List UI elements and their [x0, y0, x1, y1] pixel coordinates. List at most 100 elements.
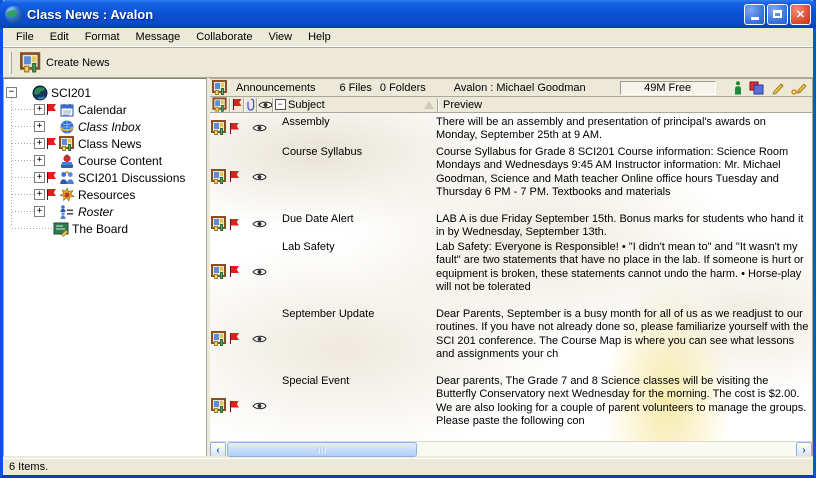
expand-icon[interactable]: + — [34, 121, 45, 132]
message-row[interactable]: September Update Dear Parents, September… — [210, 305, 812, 372]
scroll-left-button[interactable]: ‹ — [210, 442, 226, 458]
scrollbar-track[interactable] — [226, 442, 796, 457]
main-content: − SCI201 + Calendar + — [3, 78, 813, 458]
folder-tree-pane: − SCI201 + Calendar + — [3, 78, 207, 458]
expand-icon[interactable]: + — [34, 206, 45, 217]
eye-icon[interactable] — [252, 219, 267, 229]
message-preview: LAB A is due Friday September 15th. Bonu… — [436, 210, 812, 238]
message-preview: Dear Parents, September is a busy month … — [436, 305, 812, 372]
message-preview: Dear parents, The Grade 7 and 8 Science … — [436, 372, 812, 440]
scroll-right-button[interactable]: › — [796, 442, 812, 458]
layered-squares-icon[interactable] — [749, 81, 764, 95]
tree-item-sci201-discussions[interactable]: + SCI201 Discussions — [4, 169, 206, 186]
message-list: Assembly There will be an assembly and p… — [210, 113, 812, 441]
pane-header-icons — [734, 81, 808, 95]
create-news-button[interactable]: ⌄ Create News — [15, 52, 117, 74]
eye-icon — [258, 100, 273, 110]
message-subject: September Update — [282, 305, 436, 372]
eye-icon[interactable] — [252, 172, 267, 182]
column-icon-read[interactable] — [258, 97, 272, 112]
news-board-icon — [212, 97, 227, 112]
toolbar-grip[interactable] — [9, 52, 12, 74]
pane-header: Announcements 6 Files 0 Folders Avalon :… — [210, 79, 812, 97]
window-title: Class News : Avalon — [27, 7, 742, 22]
chalkboard-icon — [53, 221, 69, 237]
flag-icon — [232, 98, 243, 111]
toolbar: ⌄ Create News — [3, 47, 813, 78]
menu-help[interactable]: Help — [300, 29, 339, 45]
column-header-preview[interactable]: Preview — [439, 97, 812, 112]
collapse-expander-icon[interactable]: − — [6, 87, 17, 98]
close-button[interactable]: ✕ — [790, 4, 811, 25]
tree-children: + Calendar + Class Inbox — [4, 101, 206, 237]
message-pane: Announcements 6 Files 0 Folders Avalon :… — [210, 78, 813, 458]
flag-icon — [229, 170, 240, 183]
message-subject: Special Event — [282, 372, 436, 440]
tree-item-the-board[interactable]: The Board — [4, 220, 206, 237]
minimize-button[interactable] — [744, 4, 765, 25]
column-icon-news[interactable] — [210, 97, 229, 112]
message-row[interactable]: Lab Safety Lab Safety: Everyone is Respo… — [210, 238, 812, 305]
flag-icon — [229, 332, 240, 345]
chevron-left-icon: ‹ — [216, 445, 219, 456]
tree-item-sci201[interactable]: − SCI201 — [4, 84, 206, 101]
news-board-icon — [211, 216, 227, 232]
inbox-globe-icon — [59, 119, 75, 135]
eye-icon[interactable] — [252, 267, 267, 277]
expand-icon[interactable]: + — [34, 104, 45, 115]
tree-item-roster[interactable]: + Roster — [4, 203, 206, 220]
expand-icon[interactable]: + — [34, 189, 45, 200]
menu-format[interactable]: Format — [77, 29, 128, 45]
title-bar[interactable]: Class News : Avalon ✕ — [0, 0, 816, 28]
expand-icon[interactable]: + — [34, 155, 45, 166]
chevron-right-icon: › — [802, 445, 805, 456]
tree-item-label: SCI201 Discussions — [78, 171, 185, 185]
expand-icon[interactable]: + — [34, 172, 45, 183]
message-row[interactable]: Due Date Alert LAB A is due Friday Septe… — [210, 210, 812, 238]
message-row[interactable]: Course Syllabus Course Syllabus for Grad… — [210, 143, 812, 210]
column-icon-attachment[interactable] — [245, 97, 256, 112]
files-count: 6 Files — [340, 82, 372, 94]
scrollbar-thumb[interactable] — [227, 442, 417, 457]
news-board-icon — [211, 169, 227, 185]
tree-item-label: Class Inbox — [78, 120, 141, 134]
message-subject: Lab Safety — [282, 238, 436, 305]
message-row[interactable]: Special Event Dear parents, The Grade 7 … — [210, 372, 812, 440]
news-board-icon — [211, 398, 227, 414]
flag-icon — [46, 188, 57, 201]
minimize-icon — [751, 17, 759, 20]
pencil-key-icon[interactable] — [791, 81, 808, 95]
flag-icon — [229, 218, 240, 231]
tree-item-calendar[interactable]: + Calendar — [4, 101, 206, 118]
collapse-icon: − — [275, 99, 286, 110]
column-icon-collapse[interactable]: − — [274, 97, 286, 112]
eye-icon[interactable] — [252, 123, 267, 133]
menu-collaborate[interactable]: Collaborate — [188, 29, 260, 45]
eye-icon[interactable] — [252, 401, 267, 411]
tree-item-label: Resources — [78, 188, 135, 202]
tree-item-class-news[interactable]: + Class News — [4, 135, 206, 152]
column-icon-flag[interactable] — [231, 97, 243, 112]
message-row[interactable]: Assembly There will be an assembly and p… — [210, 113, 812, 143]
tree-item-label: Class News — [78, 137, 141, 151]
column-header-subject[interactable]: Subject — [286, 97, 437, 112]
horizontal-scrollbar[interactable]: ‹ › — [210, 441, 812, 457]
flag-icon — [229, 400, 240, 413]
menu-message[interactable]: Message — [128, 29, 189, 45]
menu-edit[interactable]: Edit — [42, 29, 77, 45]
preview-column-label: Preview — [443, 99, 482, 111]
tree-item-resources[interactable]: + Resources — [4, 186, 206, 203]
menu-file[interactable]: File — [8, 29, 42, 45]
tree-item-class-inbox[interactable]: + Class Inbox — [4, 118, 206, 135]
eye-icon[interactable] — [252, 334, 267, 344]
flag-icon — [46, 171, 57, 184]
expand-icon[interactable]: + — [34, 138, 45, 149]
news-board-icon — [212, 80, 228, 96]
flag-icon — [46, 137, 57, 150]
flag-icon — [46, 103, 57, 116]
person-icon[interactable] — [734, 81, 742, 95]
menu-view[interactable]: View — [260, 29, 300, 45]
pencil-icon[interactable] — [771, 81, 784, 95]
tree-item-course-content[interactable]: + Course Content — [4, 152, 206, 169]
maximize-button[interactable] — [767, 4, 788, 25]
